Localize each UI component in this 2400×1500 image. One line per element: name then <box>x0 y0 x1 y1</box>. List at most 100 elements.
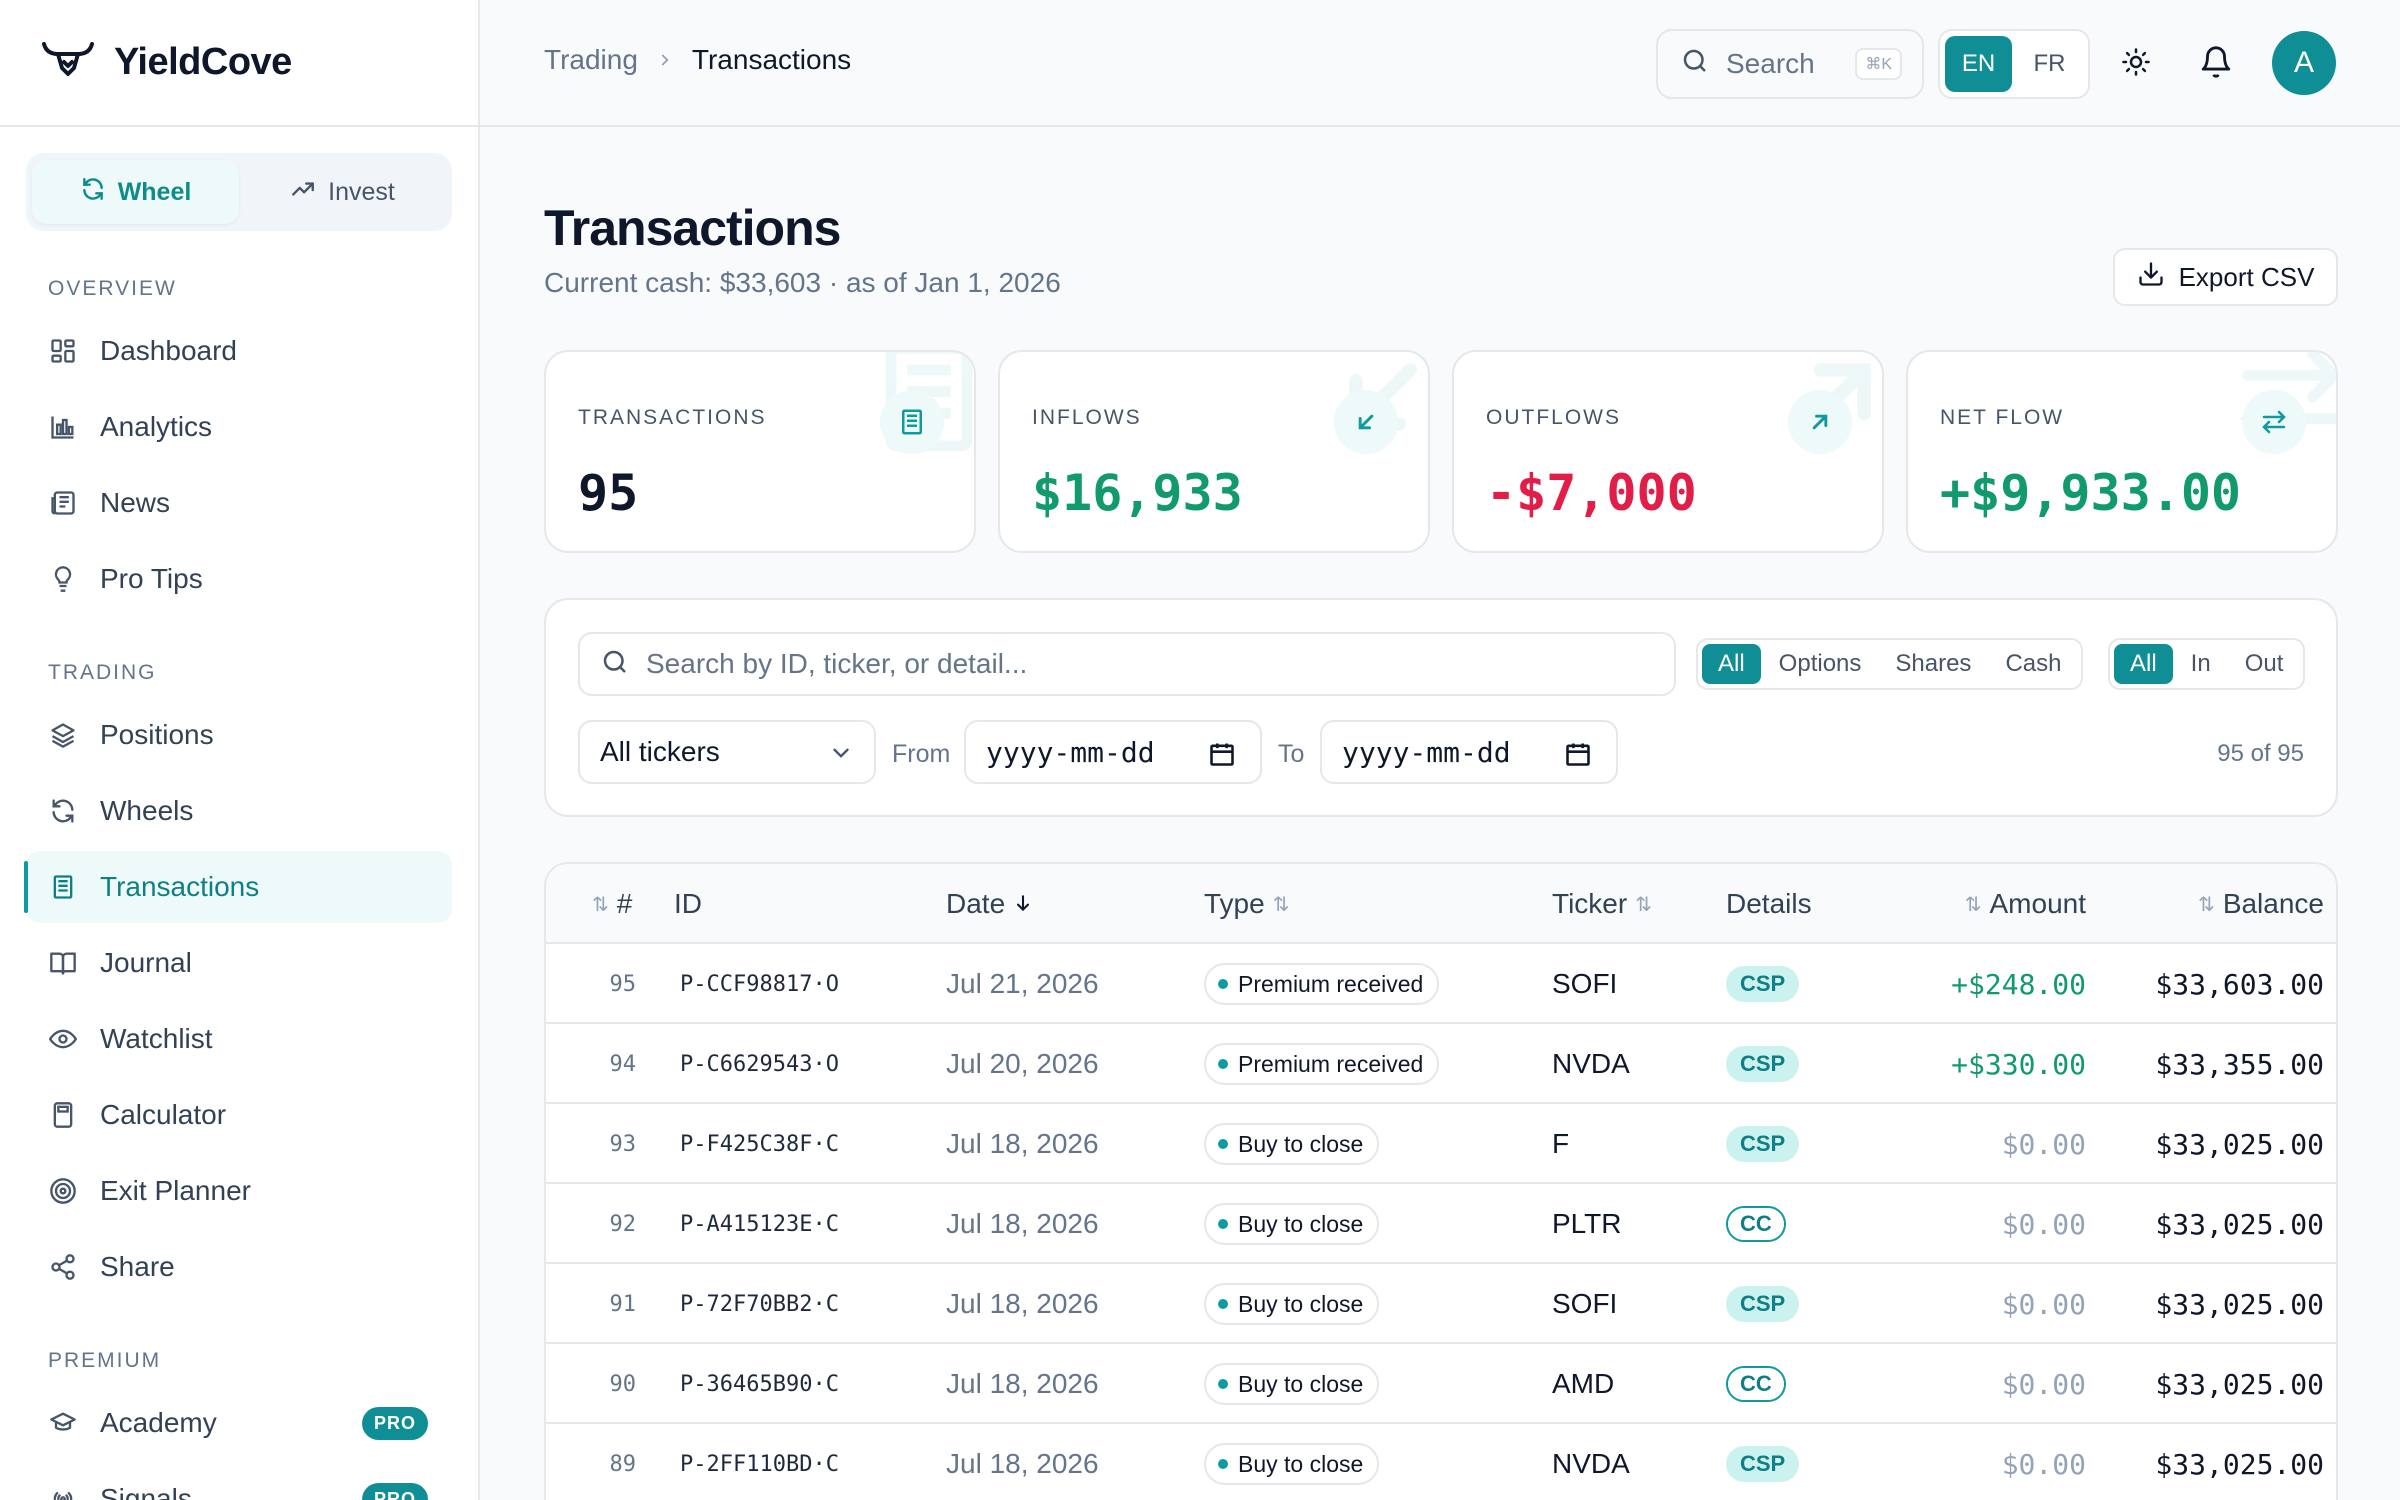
sidebar-item-positions[interactable]: Positions <box>26 699 452 771</box>
sidebar-item-transactions[interactable]: Transactions <box>24 851 452 923</box>
type-label: Buy to close <box>1238 1130 1364 1157</box>
table-row[interactable]: 93 P-F425C38F·C Jul 18, 2026 Buy to close F C… <box>546 1104 2336 1184</box>
sidebar-item-academy[interactable]: Academy PRO <box>26 1387 452 1459</box>
page-title: Transactions <box>544 200 841 256</box>
transaction-search[interactable] <box>578 632 1676 696</box>
sidebar-item-label: Calculator <box>100 1099 227 1130</box>
sort-icon: ⇅ <box>1635 893 1652 916</box>
type-filter-all[interactable]: All <box>1702 644 1761 684</box>
stat-card-transactions: TRANSACTIONS 95 <box>544 350 976 553</box>
type-filter-options[interactable]: Options <box>1763 644 1878 684</box>
receipt-icon <box>48 872 78 902</box>
chevron-right-icon <box>656 44 674 76</box>
type-pill: Premium received <box>1204 1043 1440 1085</box>
mode-invest-button[interactable]: Invest <box>239 160 446 224</box>
section-label-overview: OVERVIEW <box>48 277 177 300</box>
transaction-type: Buy to close <box>1204 1424 1380 1500</box>
col-header-amount[interactable]: ⇅ Amount <box>1965 888 2086 920</box>
col-header-num[interactable]: ⇅ # <box>592 888 632 920</box>
amount: $0.00 <box>2001 1127 2086 1161</box>
sidebar-item-label: Signals <box>100 1483 192 1500</box>
row-number: 94 <box>609 1051 637 1077</box>
theme-toggle-button[interactable] <box>2112 40 2160 88</box>
direction-filter-all[interactable]: All <box>2114 644 2173 684</box>
row-number: 92 <box>609 1211 637 1237</box>
page-subtitle: Current cash: $33,603 · as of Jan 1, 202… <box>544 267 1061 298</box>
ticker: NVDA <box>1552 1048 1630 1079</box>
table-row[interactable]: 95 P-CCF98817·O Jul 21, 2026 Premium receiv… <box>546 944 2336 1024</box>
row-number: 93 <box>609 1131 637 1157</box>
ticker-select[interactable]: All tickers <box>578 720 876 784</box>
type-filter-cash[interactable]: Cash <box>1989 644 2077 684</box>
ticker: SOFI <box>1552 968 1618 999</box>
from-date-placeholder: yyyy-mm-dd <box>986 735 1155 769</box>
breadcrumb-parent[interactable]: Trading <box>544 44 638 76</box>
type-label: Premium received <box>1238 1050 1424 1077</box>
sidebar-item-news[interactable]: News <box>26 467 452 539</box>
calendar-icon[interactable] <box>1564 740 1592 775</box>
pro-badge: PRO <box>361 1406 428 1440</box>
book-icon <box>48 948 78 978</box>
col-header-date[interactable]: Date <box>946 888 1033 920</box>
export-csv-button[interactable]: Export CSV <box>2113 248 2338 306</box>
sidebar-item-analytics[interactable]: Analytics <box>26 391 452 463</box>
to-date-input[interactable]: yyyy-mm-dd <box>1320 720 1618 784</box>
lang-fr-button[interactable]: FR <box>2016 36 2083 92</box>
trending-up-icon <box>290 176 316 209</box>
table-row[interactable]: 89 P-2FF110BD·C Jul 18, 2026 Buy to close NV… <box>546 1424 2336 1500</box>
brand[interactable]: YieldCove <box>0 0 478 127</box>
row-number: 89 <box>609 1451 637 1477</box>
transaction-search-input[interactable] <box>646 648 1646 680</box>
sidebar-item-label: Watchlist <box>100 1023 213 1054</box>
sidebar-item-label: News <box>100 487 171 518</box>
share-icon <box>48 1252 78 1282</box>
col-header-balance[interactable]: ⇅ Balance <box>2198 888 2324 920</box>
sidebar-item-watchlist[interactable]: Watchlist <box>26 1003 452 1075</box>
status-dot <box>1218 979 1228 989</box>
sort-icon: ⇅ <box>592 893 609 916</box>
lightbulb-icon <box>48 564 78 594</box>
table-row[interactable]: 94 P-C6629543·O Jul 20, 2026 Premium receiv… <box>546 1024 2336 1104</box>
sidebar-item-exit-planner[interactable]: Exit Planner <box>26 1155 452 1227</box>
direction-filter-out[interactable]: Out <box>2229 644 2300 684</box>
stat-value: -$7,000 <box>1486 464 1697 522</box>
col-header-label: Balance <box>2222 888 2324 919</box>
sidebar-item-signals[interactable]: Signals PRO <box>26 1463 452 1500</box>
export-csv-label: Export CSV <box>2178 261 2315 292</box>
sidebar-item-calculator[interactable]: Calculator <box>26 1079 452 1151</box>
from-date-input[interactable]: yyyy-mm-dd <box>964 720 1262 784</box>
row-number: 95 <box>609 971 637 997</box>
sidebar-item-pro-tips[interactable]: Pro Tips <box>26 543 452 615</box>
transaction-date: Jul 18, 2026 <box>946 1128 1099 1159</box>
table-row[interactable]: 91 P-72F70BB2·C Jul 18, 2026 Buy to close SO… <box>546 1264 2336 1344</box>
type-label: Buy to close <box>1238 1450 1364 1477</box>
stat-label: OUTFLOWS <box>1486 406 1621 429</box>
sidebar-item-share[interactable]: Share <box>26 1231 452 1303</box>
sidebar-item-label: Academy <box>100 1407 217 1438</box>
transactions-table: ⇅ # ID Date Type ⇅ Ticker ⇅ Details ⇅ Amount… <box>544 862 2338 1500</box>
notifications-button[interactable] <box>2192 40 2240 88</box>
type-label: Buy to close <box>1238 1290 1364 1317</box>
bar-chart-icon <box>48 412 78 442</box>
col-header-ticker[interactable]: Ticker ⇅ <box>1552 888 1652 920</box>
global-search[interactable]: Search ⌘K <box>1656 29 1924 99</box>
sidebar-item-journal[interactable]: Journal <box>26 927 452 999</box>
table-row[interactable]: 92 P-A415123E·C Jul 18, 2026 Buy to close PL… <box>546 1184 2336 1264</box>
sidebar-item-dashboard[interactable]: Dashboard <box>26 315 452 387</box>
table-row[interactable]: 90 P-36465B90·C Jul 18, 2026 Buy to close AM… <box>546 1344 2336 1424</box>
transaction-type: Buy to close <box>1204 1184 1380 1264</box>
refresh-icon <box>48 796 78 826</box>
sidebar-item-label: Exit Planner <box>100 1175 251 1206</box>
lang-en-button[interactable]: EN <box>1945 36 2012 92</box>
avatar[interactable]: A <box>2272 31 2336 95</box>
amount: $0.00 <box>2001 1207 2086 1241</box>
direction-filter-in[interactable]: In <box>2175 644 2227 684</box>
newspaper-icon <box>48 488 78 518</box>
balance: $33,025.00 <box>2155 1287 2324 1321</box>
mode-wheel-button[interactable]: Wheel <box>32 160 239 224</box>
calendar-icon[interactable] <box>1208 740 1236 775</box>
type-filter-shares[interactable]: Shares <box>1879 644 1987 684</box>
col-header-type[interactable]: Type ⇅ <box>1204 888 1289 920</box>
sidebar-item-wheels[interactable]: Wheels <box>26 775 452 847</box>
amount: +$248.00 <box>1951 967 2086 1001</box>
